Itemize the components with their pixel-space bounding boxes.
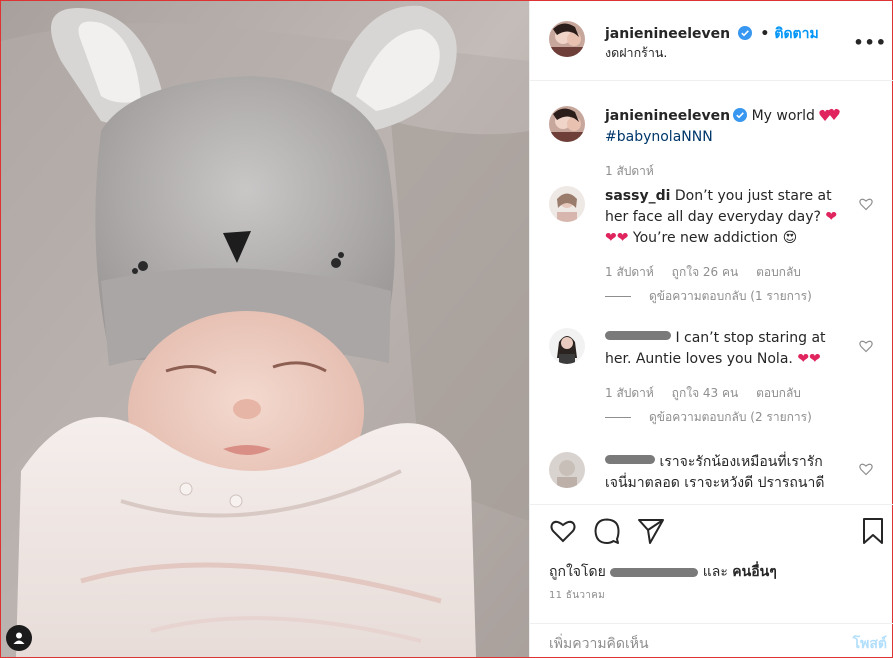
author-avatar[interactable]	[549, 21, 585, 57]
add-comment-bar: เพิ่มความคิดเห็น โพสต์	[530, 623, 893, 657]
view-replies-button[interactable]: ดูข้อความตอบกลับ (1 รายการ)	[605, 287, 812, 306]
reply-button[interactable]: ตอบกลับ	[756, 265, 801, 279]
caption-time: 1 สัปดาห์	[605, 164, 654, 178]
heart-icon[interactable]	[549, 517, 577, 545]
comment-avatar[interactable]	[549, 452, 585, 488]
comment-meta: 1 สัปดาห์ ถูกใจ 26 คน ตอบกลับ	[605, 265, 801, 279]
author-username[interactable]: janienineeleven	[605, 26, 730, 42]
post-comment-button[interactable]: โพสต์	[853, 633, 887, 655]
share-icon[interactable]	[637, 517, 665, 545]
post-date[interactable]: 11 ธันวาคม	[549, 588, 605, 603]
bookmark-icon[interactable]	[859, 517, 887, 545]
comment-avatar[interactable]	[549, 328, 585, 364]
comment-2: I can’t stop staring at her. Auntie love…	[605, 330, 826, 367]
verified-badge-icon	[733, 108, 748, 122]
liked-by: ถูกใจโดย และ คนอื่นๆ	[549, 564, 777, 580]
heart-emoji-icon: ❤	[605, 230, 617, 246]
comment-avatar[interactable]	[549, 186, 585, 222]
heart-emoji-icon: ❤	[809, 351, 821, 367]
view-replies-button[interactable]: ดูข้อความตอบกลับ (2 รายการ)	[605, 408, 812, 427]
caption: janienineeleven My world #babynolaNNN	[605, 106, 865, 148]
more-options-icon[interactable]: •••	[853, 33, 887, 52]
post-side-panel: janienineeleven • ติดตาม งดฝากร้าน. ••• …	[529, 1, 893, 657]
add-comment-input[interactable]: เพิ่มความคิดเห็น	[549, 633, 649, 655]
like-comment-heart-icon[interactable]	[859, 339, 873, 353]
heart-eyes-emoji-icon: 😍	[782, 230, 798, 246]
heart-emoji-icon: ❤	[797, 351, 810, 367]
two-hearts-emoji-icon	[819, 108, 841, 121]
caption-hashtag[interactable]: #babynolaNNN	[605, 129, 713, 145]
post-header: janienineeleven • ติดตาม งดฝากร้าน. •••	[530, 1, 893, 81]
comment-3: เราจะรักน้องเหมือนที่เรารัก เจนี่มาตลอด …	[605, 454, 825, 491]
liked-by-others-link[interactable]: คนอื่นๆ	[732, 564, 776, 580]
comment-1: sassy_di Don’t you just stare at her fac…	[605, 188, 838, 246]
verified-badge-icon	[738, 26, 753, 40]
heart-emoji-icon: ❤	[616, 230, 629, 246]
comment-username[interactable]: sassy_di	[605, 188, 670, 204]
follow-button[interactable]: ติดตาม	[774, 26, 818, 42]
like-comment-heart-icon[interactable]	[859, 197, 873, 211]
redacted-username	[605, 331, 671, 340]
reply-button[interactable]: ตอบกลับ	[756, 386, 801, 400]
post-actions: ถูกใจโดย และ คนอื่นๆ 11 ธันวาคม	[530, 504, 893, 624]
like-comment-heart-icon[interactable]	[859, 462, 873, 476]
baby-photo-image	[1, 1, 529, 657]
redacted-username	[605, 455, 655, 464]
post-photo[interactable]	[1, 1, 529, 657]
comment-icon[interactable]	[593, 517, 621, 545]
caption-username[interactable]: janienineeleven	[605, 108, 730, 124]
redacted-liker	[610, 568, 699, 577]
comment-meta: 1 สัปดาห์ ถูกใจ 43 คน ตอบกลับ	[605, 386, 801, 400]
follow-separator: •	[760, 26, 770, 42]
caption-author-avatar[interactable]	[549, 106, 585, 142]
caption-text: My world	[751, 108, 815, 124]
user-tag-icon[interactable]	[6, 625, 32, 651]
comments-list[interactable]: janienineeleven My world #babynolaNNN 1 …	[530, 82, 893, 502]
post-location[interactable]: งดฝากร้าน.	[605, 43, 667, 63]
heart-emoji-icon: ❤	[825, 209, 838, 225]
